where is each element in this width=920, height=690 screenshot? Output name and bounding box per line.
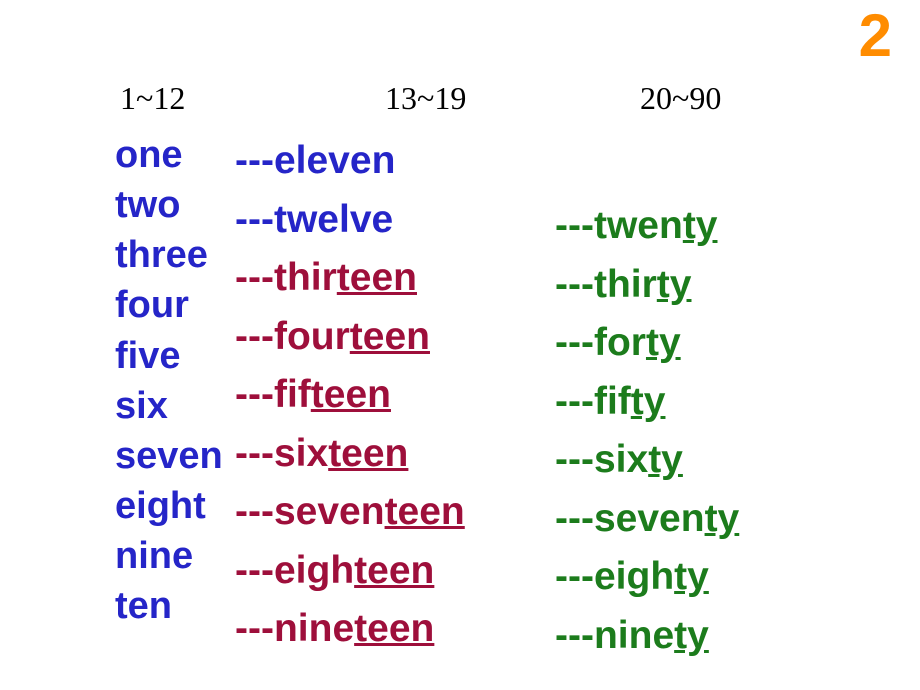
header-1-12: 1~12 <box>120 80 185 117</box>
list-item: ---sixty <box>555 431 739 490</box>
word-suffix: teen <box>350 315 430 358</box>
word-suffix: ty <box>631 380 666 423</box>
list-item: five <box>115 331 223 381</box>
dash-prefix: --- <box>555 438 594 481</box>
dash-prefix: --- <box>235 490 274 533</box>
list-item: ---seventeen <box>235 483 465 542</box>
list-item: six <box>115 381 223 431</box>
word-suffix: ty <box>683 204 718 247</box>
header-13-19: 13~19 <box>385 80 466 117</box>
word-base: nine <box>274 607 354 650</box>
word-base: eleven <box>274 139 395 182</box>
word-base: six <box>274 432 328 475</box>
dash-prefix: --- <box>555 263 594 306</box>
list-item: one <box>115 130 223 180</box>
word-base: six <box>594 438 648 481</box>
list-item: ---fifty <box>555 373 739 432</box>
list-item: ---nineteen <box>235 600 465 659</box>
list-item: ---fifteen <box>235 366 465 425</box>
word-base: twelve <box>274 198 393 241</box>
list-item: ---eighty <box>555 548 739 607</box>
list-item: ---ninety <box>555 607 739 666</box>
word-suffix: teen <box>337 256 417 299</box>
word-base: eigh <box>594 555 674 598</box>
word-base: eigh <box>274 549 354 592</box>
dash-prefix: --- <box>235 256 274 299</box>
word-suffix: teen <box>328 432 408 475</box>
word-suffix: ty <box>674 614 709 657</box>
word-suffix: ty <box>646 321 681 364</box>
word-base: seven <box>274 490 385 533</box>
word-suffix: teen <box>354 549 434 592</box>
word-base: twen <box>594 204 683 247</box>
dash-prefix: --- <box>235 607 274 650</box>
word-base: fif <box>274 373 311 416</box>
list-item: ---sixteen <box>235 425 465 484</box>
list-item: ---eighteen <box>235 542 465 601</box>
dash-prefix: --- <box>235 432 274 475</box>
dash-prefix: --- <box>235 139 274 182</box>
word-suffix: teen <box>354 607 434 650</box>
word-base: thir <box>274 256 337 299</box>
word-suffix: ty <box>648 438 683 481</box>
word-suffix: ty <box>674 555 709 598</box>
dash-prefix: --- <box>555 380 594 423</box>
word-base: fif <box>594 380 631 423</box>
dash-prefix: --- <box>235 373 274 416</box>
word-base: nine <box>594 614 674 657</box>
word-suffix: teen <box>385 490 465 533</box>
dash-prefix: --- <box>235 198 274 241</box>
dash-prefix: --- <box>555 204 594 247</box>
list-item: ---eleven <box>235 132 465 191</box>
list-item: ---twelve <box>235 191 465 250</box>
slide-page: 2 1~12 13~19 20~90 one two three four fi… <box>0 0 920 690</box>
columns-container: one two three four five six seven eight … <box>115 130 900 680</box>
dash-prefix: --- <box>555 614 594 657</box>
list-item: ---seventy <box>555 490 739 549</box>
list-item: nine <box>115 531 223 581</box>
word-suffix: teen <box>311 373 391 416</box>
list-item: ---twenty <box>555 197 739 256</box>
list-item: four <box>115 280 223 330</box>
word-base: four <box>274 315 350 358</box>
dash-prefix: --- <box>555 555 594 598</box>
list-item: ---fourteen <box>235 308 465 367</box>
list-item: ---thirteen <box>235 249 465 308</box>
list-item: ten <box>115 581 223 631</box>
word-base: seven <box>594 497 705 540</box>
list-item: eight <box>115 481 223 531</box>
list-item: ---thirty <box>555 256 739 315</box>
dash-prefix: --- <box>235 315 274 358</box>
list-item: ---forty <box>555 314 739 373</box>
column-20-90: ---twenty ---thirty ---forty ---fifty --… <box>555 197 739 665</box>
word-suffix: ty <box>705 497 740 540</box>
list-item: seven <box>115 431 223 481</box>
page-number: 2 <box>859 6 892 66</box>
list-item: two <box>115 180 223 230</box>
dash-prefix: --- <box>235 549 274 592</box>
dash-prefix: --- <box>555 497 594 540</box>
header-20-90: 20~90 <box>640 80 721 117</box>
list-item: three <box>115 230 223 280</box>
word-suffix: ty <box>657 263 692 306</box>
word-base: thir <box>594 263 657 306</box>
column-1-12: one two three four five six seven eight … <box>115 130 223 632</box>
column-13-19: ---eleven ---twelve ---thirteen ---fourt… <box>235 130 465 659</box>
word-base: for <box>594 321 646 364</box>
dash-prefix: --- <box>555 321 594 364</box>
